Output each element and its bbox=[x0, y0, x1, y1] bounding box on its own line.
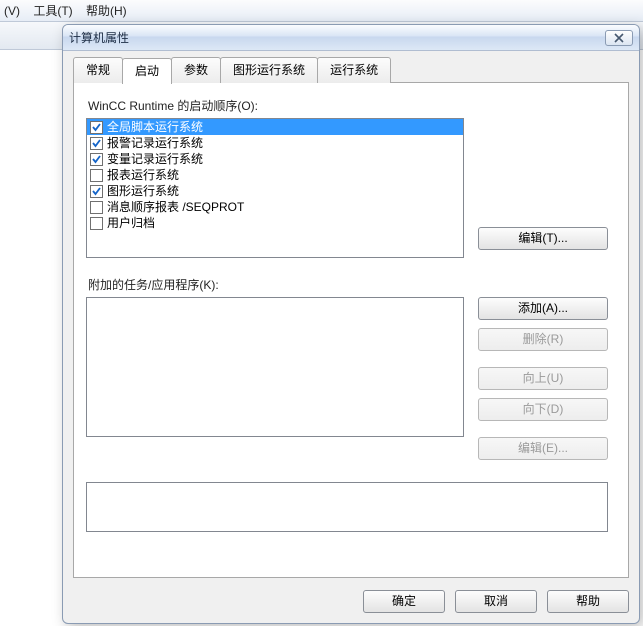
checkbox-icon[interactable] bbox=[90, 217, 103, 230]
tab-page-startup: WinCC Runtime 的启动顺序(O): 全局脚本运行系统 报警记录运行系… bbox=[73, 82, 629, 578]
checkbox-icon[interactable] bbox=[90, 137, 103, 150]
dialog-titlebar: 计算机属性 bbox=[63, 25, 639, 51]
list-item-label: 报表运行系统 bbox=[107, 167, 179, 183]
edit-task-button: 编辑(E)... bbox=[478, 437, 608, 460]
list-item[interactable]: 消息顺序报表 /SEQPROT bbox=[87, 199, 463, 215]
tab-general[interactable]: 常规 bbox=[73, 57, 123, 83]
tab-runtime[interactable]: 运行系统 bbox=[317, 57, 391, 83]
computer-properties-dialog: 计算机属性 常规 启动 参数 图形运行系统 运行系统 WinCC Runtime… bbox=[62, 24, 640, 624]
description-box[interactable] bbox=[86, 482, 608, 532]
checkbox-icon[interactable] bbox=[90, 121, 103, 134]
list-item[interactable]: 变量记录运行系统 bbox=[87, 151, 463, 167]
list-item[interactable]: 用户归档 bbox=[87, 215, 463, 231]
list-item[interactable]: 图形运行系统 bbox=[87, 183, 463, 199]
move-down-button: 向下(D) bbox=[478, 398, 608, 421]
list-item[interactable]: 报表运行系统 bbox=[87, 167, 463, 183]
checkbox-icon[interactable] bbox=[90, 185, 103, 198]
app-menubar: (V) 工具(T) 帮助(H) bbox=[0, 0, 643, 22]
list-item[interactable]: 全局脚本运行系统 bbox=[87, 119, 463, 135]
dialog-title: 计算机属性 bbox=[69, 29, 605, 46]
close-button[interactable] bbox=[605, 30, 633, 46]
menu-help[interactable]: 帮助(H) bbox=[86, 4, 127, 18]
menu-tools[interactable]: 工具(T) bbox=[33, 4, 72, 18]
add-button[interactable]: 添加(A)... bbox=[478, 297, 608, 320]
cancel-button[interactable]: 取消 bbox=[455, 590, 537, 613]
ok-button[interactable]: 确定 bbox=[363, 590, 445, 613]
startup-order-label: WinCC Runtime 的启动顺序(O): bbox=[88, 97, 616, 114]
list-item-label: 消息顺序报表 /SEQPROT bbox=[107, 199, 244, 215]
tab-startup[interactable]: 启动 bbox=[122, 58, 172, 84]
list-item-label: 报警记录运行系统 bbox=[107, 135, 203, 151]
tab-parameters[interactable]: 参数 bbox=[171, 57, 221, 83]
help-button[interactable]: 帮助 bbox=[547, 590, 629, 613]
menu-view[interactable]: (V) bbox=[4, 4, 20, 18]
tab-strip: 常规 启动 参数 图形运行系统 运行系统 bbox=[73, 57, 629, 83]
list-item-label: 图形运行系统 bbox=[107, 183, 179, 199]
additional-tasks-label: 附加的任务/应用程序(K): bbox=[88, 276, 616, 293]
startup-edit-button[interactable]: 编辑(T)... bbox=[478, 227, 608, 250]
checkbox-icon[interactable] bbox=[90, 153, 103, 166]
additional-tasks-list[interactable] bbox=[86, 297, 464, 437]
list-item[interactable]: 报警记录运行系统 bbox=[87, 135, 463, 151]
list-item-label: 全局脚本运行系统 bbox=[107, 119, 203, 135]
list-item-label: 变量记录运行系统 bbox=[107, 151, 203, 167]
startup-order-list[interactable]: 全局脚本运行系统 报警记录运行系统 变量记录运行系统 报表运行系统 bbox=[86, 118, 464, 258]
dialog-button-row: 确定 取消 帮助 bbox=[73, 578, 629, 613]
list-item-label: 用户归档 bbox=[107, 215, 155, 231]
tab-graphics-runtime[interactable]: 图形运行系统 bbox=[220, 57, 318, 83]
checkbox-icon[interactable] bbox=[90, 201, 103, 214]
remove-button: 删除(R) bbox=[478, 328, 608, 351]
move-up-button: 向上(U) bbox=[478, 367, 608, 390]
close-icon bbox=[614, 33, 624, 43]
checkbox-icon[interactable] bbox=[90, 169, 103, 182]
